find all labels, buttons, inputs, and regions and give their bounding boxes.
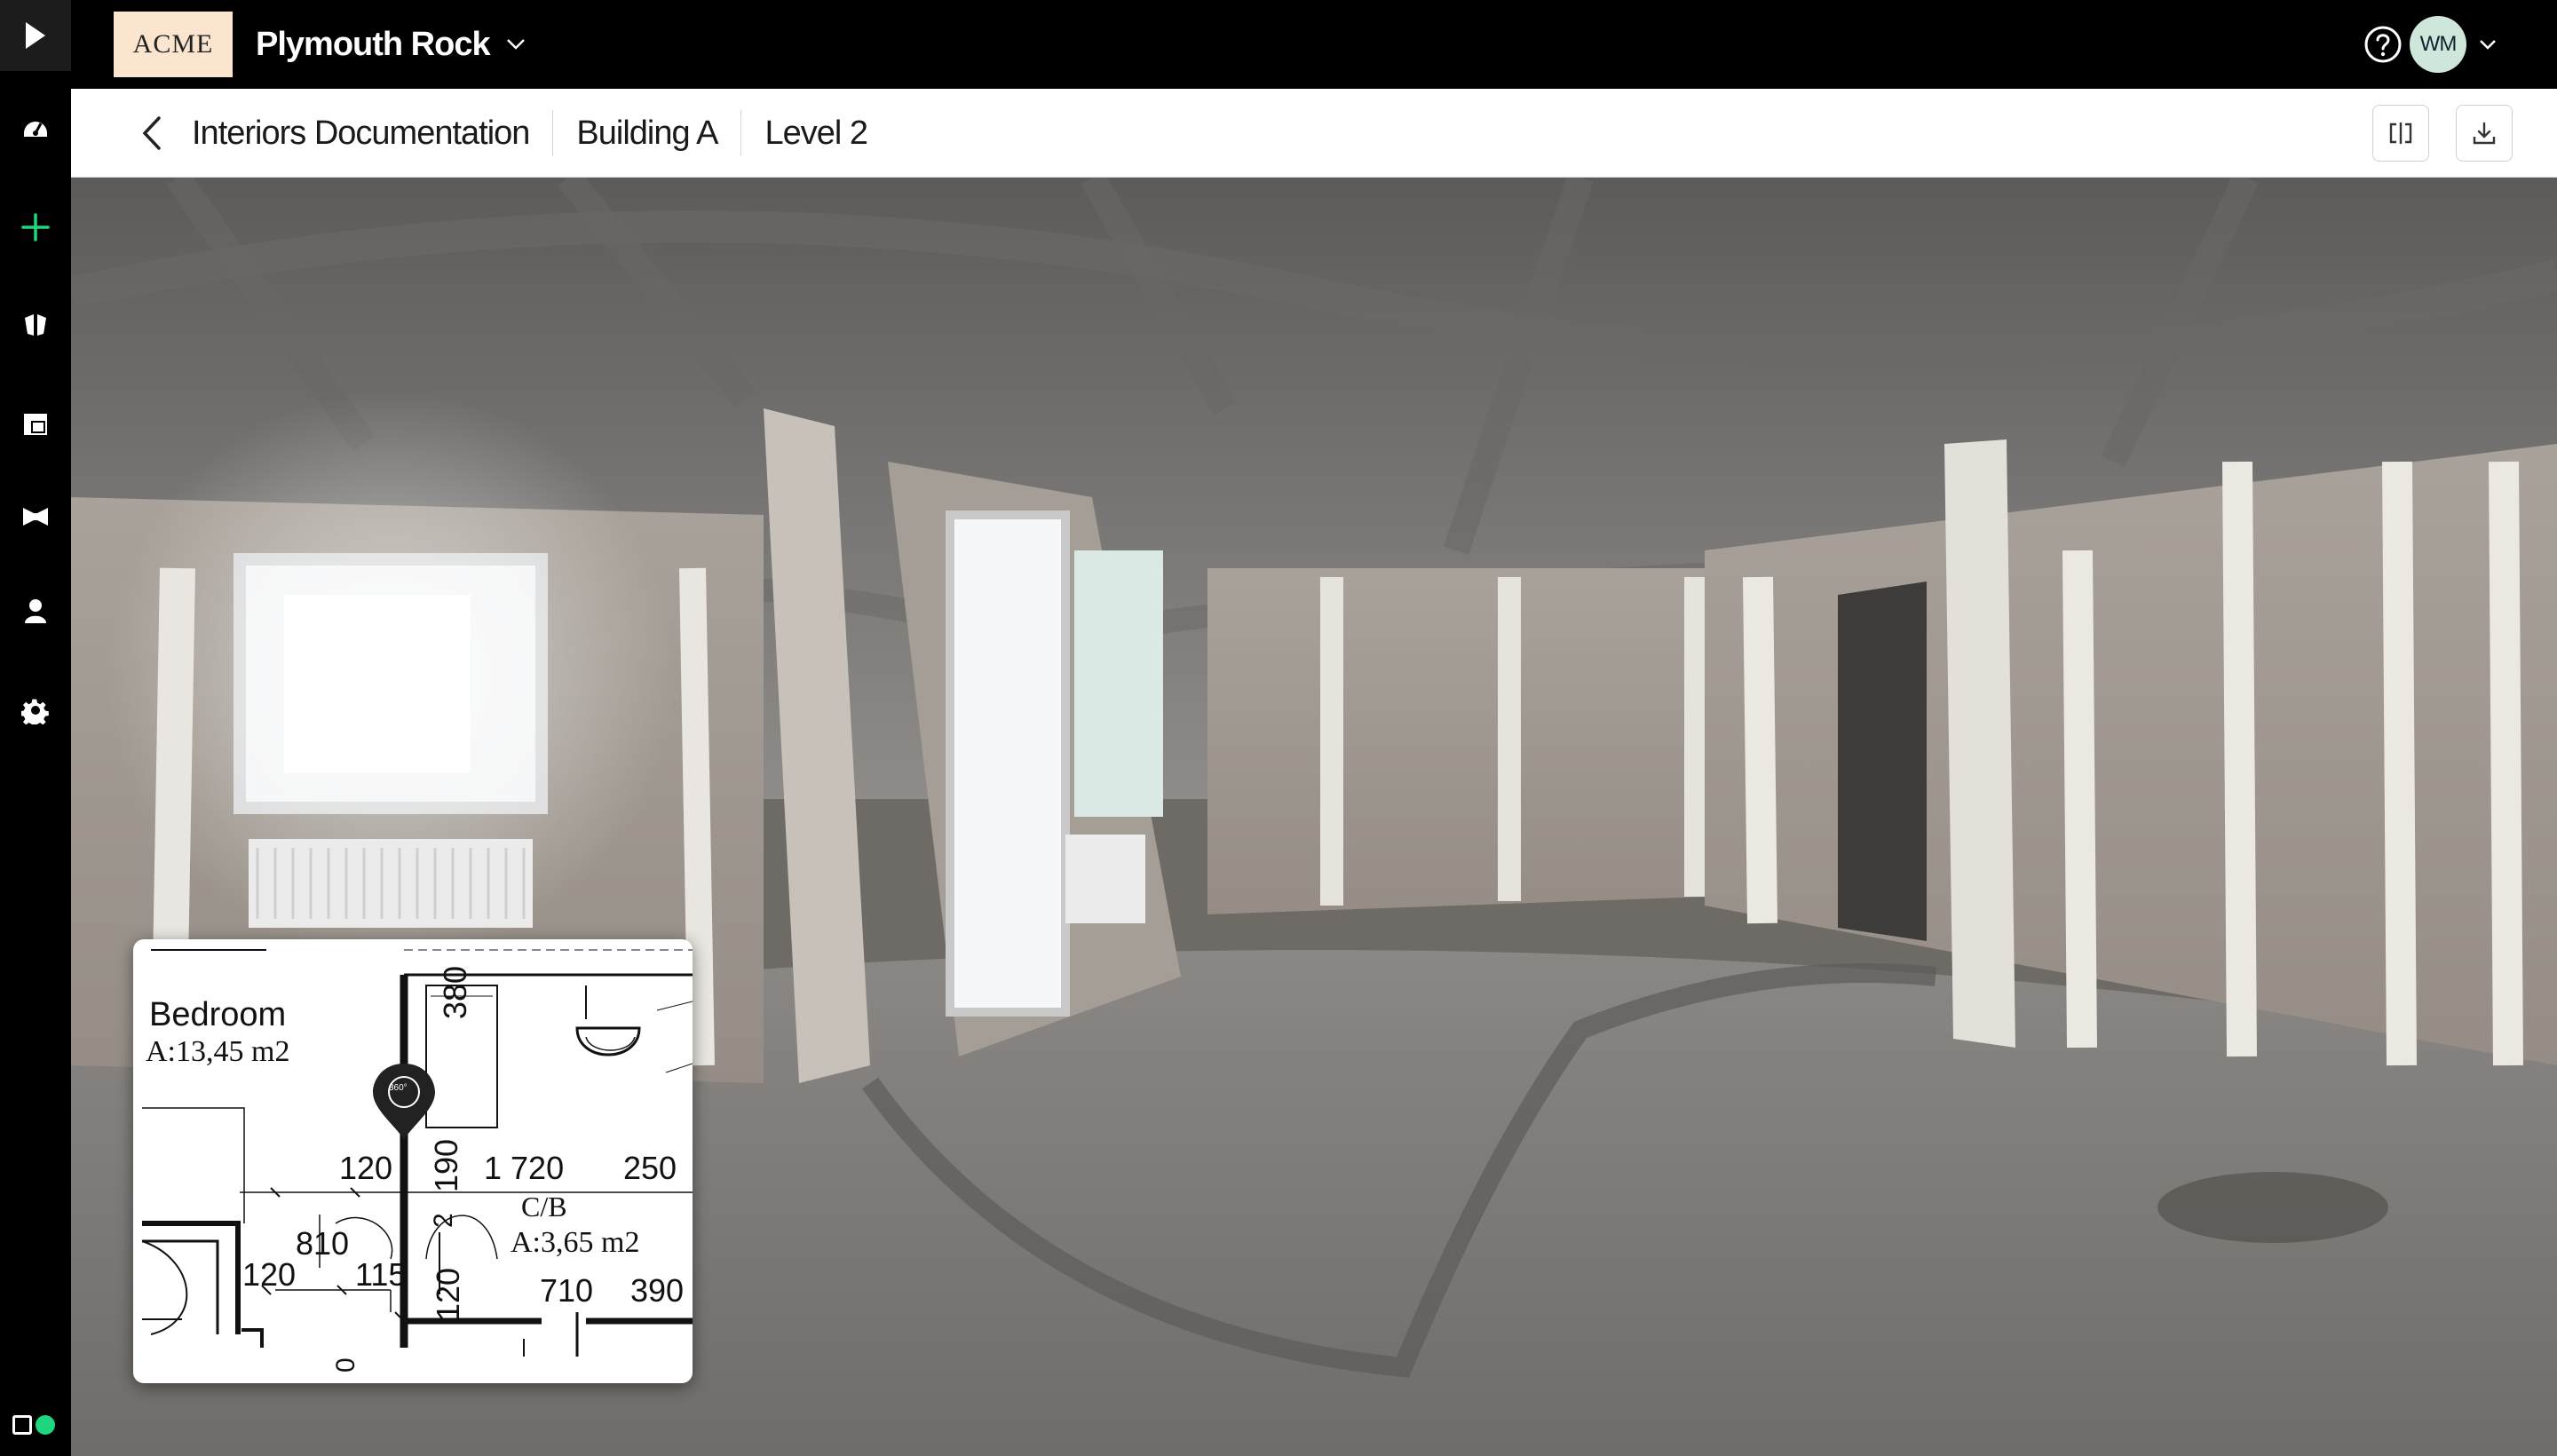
dimension-label: 2 (429, 1213, 458, 1228)
shapes-icon (25, 314, 46, 336)
split-view-button[interactable] (2372, 105, 2429, 162)
room-name-bedroom: Bedroom (149, 996, 287, 1033)
nav-dashboard[interactable] (0, 101, 71, 154)
left-sidebar (0, 0, 71, 1456)
floor-plan-minimap[interactable]: Bedroom A:13,45 m2 C/B A:3,65 m2 360° 38… (133, 939, 693, 1383)
nav-settings[interactable] (0, 684, 71, 737)
device-status-icon (12, 1415, 32, 1435)
breadcrumb-item-level[interactable]: Level 2 (741, 115, 891, 153)
avatar: WM (2410, 16, 2466, 73)
dimension-label: 120 (242, 1256, 297, 1293)
dimension-label: 250 (623, 1150, 677, 1186)
dimension-label: 1 720 (484, 1150, 565, 1186)
play-icon (26, 22, 45, 49)
panorama-viewer[interactable]: Bedroom A:13,45 m2 C/B A:3,65 m2 360° 38… (71, 178, 2557, 1456)
pin-label: 360° (389, 1083, 408, 1093)
dimension-label: 0 (331, 1357, 360, 1373)
dimension-label: 710 (540, 1272, 594, 1309)
dimension-label: 810 (296, 1225, 350, 1262)
connection-status (12, 1415, 55, 1435)
dimension-label: 120 (430, 1267, 466, 1321)
room-area-bedroom: A:13,45 m2 (146, 1035, 290, 1068)
nav-capture[interactable] (0, 201, 71, 254)
dashboard-gauge-icon (24, 122, 47, 137)
expand-sidebar-button[interactable] (0, 0, 71, 71)
plus-sparkle-icon (21, 213, 50, 241)
user-menu[interactable]: WM (2410, 16, 2497, 73)
project-name: Plymouth Rock (256, 25, 491, 63)
project-selector[interactable]: Plymouth Rock (256, 16, 526, 73)
help-icon[interactable] (2363, 25, 2403, 64)
nav-map[interactable] (0, 490, 71, 543)
chevron-down-icon (2480, 40, 2496, 50)
bowtie-map-icon (23, 508, 48, 526)
top-bar: ACME Plymouth Rock WM (71, 0, 2557, 89)
room-area-cb: A:3,65 m2 (511, 1226, 640, 1259)
dimension-label: 115 (355, 1256, 407, 1293)
breadcrumb: Interiors Documentation Building A Level… (192, 89, 891, 178)
nav-compare[interactable] (0, 298, 71, 352)
online-status-dot (36, 1415, 55, 1435)
room-name-cb: C/B (521, 1191, 567, 1223)
breadcrumb-item-project-type[interactable]: Interiors Documentation (192, 115, 552, 153)
chevron-down-icon (506, 39, 525, 50)
nav-sheets[interactable] (0, 398, 71, 451)
user-icon (25, 599, 46, 623)
dimension-label: 190 (428, 1138, 464, 1192)
breadcrumb-bar: Interiors Documentation Building A Level… (71, 89, 2557, 178)
dimension-label: 380 (437, 965, 473, 1019)
download-button[interactable] (2456, 105, 2513, 162)
breadcrumb-item-building[interactable]: Building A (553, 115, 740, 153)
dimension-label: 390 (630, 1272, 685, 1309)
download-icon (2473, 122, 2496, 145)
chevron-left-icon (142, 116, 161, 150)
back-button[interactable] (130, 111, 174, 155)
layout-icon (24, 414, 47, 435)
gear-icon (21, 699, 49, 724)
dimension-label: 120 (339, 1150, 393, 1186)
company-logo[interactable]: ACME (114, 12, 233, 77)
split-view-icon (2389, 123, 2412, 144)
nav-users[interactable] (0, 584, 71, 637)
